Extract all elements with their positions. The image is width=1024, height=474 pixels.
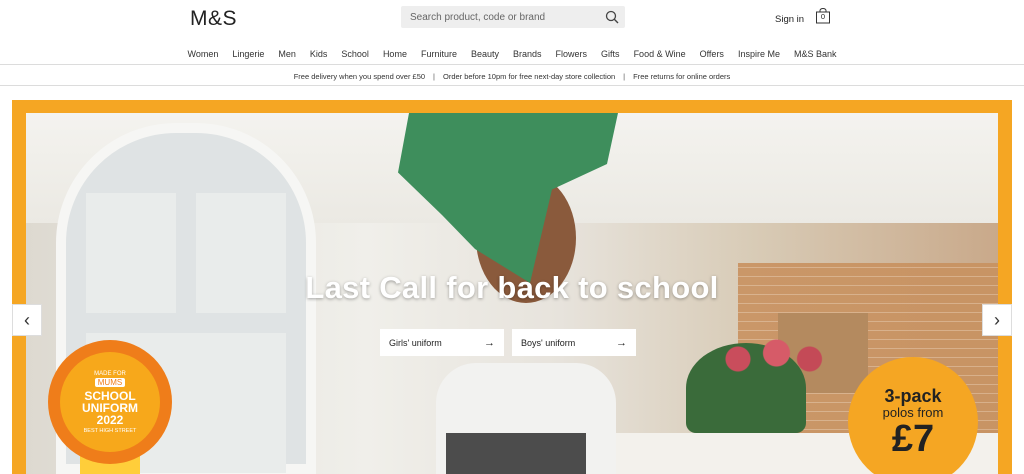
promo-separator: | <box>623 72 626 81</box>
nav-item-offers[interactable]: Offers <box>693 49 731 59</box>
carousel-next-button[interactable]: › <box>982 304 1012 336</box>
promo-strip: Free delivery when you spend over £50 | … <box>0 72 1024 81</box>
nav-item-ms-bank[interactable]: M&S Bank <box>787 49 844 59</box>
chevron-left-icon: ‹ <box>24 309 30 330</box>
ms-logo[interactable]: M&S <box>190 7 237 31</box>
promo-separator: | <box>433 72 435 81</box>
promo-collection[interactable]: Order before 10pm for free next-day stor… <box>443 72 615 81</box>
hero-headline: Last Call for back to school <box>305 270 719 305</box>
badge-mums: MUMS <box>94 377 126 387</box>
badge-uniform: UNIFORM <box>82 400 138 415</box>
chevron-right-icon: › <box>994 309 1000 330</box>
nav-divider <box>0 64 1024 65</box>
arrow-right-icon: → <box>484 336 495 349</box>
search-icon[interactable] <box>605 10 619 24</box>
boys-uniform-button[interactable]: Boys' uniform → <box>512 329 636 356</box>
award-badge-inner: MADE FOR MUMS SCHOOL UNIFORM 2022 BEST H… <box>60 352 160 452</box>
nav-item-home[interactable]: Home <box>376 49 414 59</box>
nav-item-flowers[interactable]: Flowers <box>549 49 595 59</box>
boys-uniform-label: Boys' uniform <box>521 337 576 348</box>
badge-year: 2022 <box>96 412 124 427</box>
nav-item-kids[interactable]: Kids <box>303 49 335 59</box>
badge-school: SCHOOL <box>84 388 136 403</box>
nav-item-inspire-me[interactable]: Inspire Me <box>731 49 787 59</box>
girls-uniform-label: Girls' uniform <box>389 337 442 348</box>
price-pack: 3-pack <box>884 386 942 406</box>
nav-item-food-wine[interactable]: Food & Wine <box>627 49 693 59</box>
nav-item-school[interactable]: School <box>334 49 376 59</box>
child-trousers <box>446 433 586 474</box>
nav-item-lingerie[interactable]: Lingerie <box>225 49 271 59</box>
main-nav: Women Lingerie Men Kids School Home Furn… <box>0 49 1024 59</box>
badge-made-for: MADE FOR <box>94 370 126 377</box>
search-input[interactable] <box>401 6 591 28</box>
nav-item-gifts[interactable]: Gifts <box>594 49 627 59</box>
nav-item-brands[interactable]: Brands <box>506 49 549 59</box>
arrow-right-icon: → <box>616 336 627 349</box>
nav-item-beauty[interactable]: Beauty <box>464 49 506 59</box>
promo-delivery[interactable]: Free delivery when you spend over £50 <box>294 72 425 81</box>
nav-item-furniture[interactable]: Furniture <box>414 49 464 59</box>
girls-uniform-button[interactable]: Girls' uniform → <box>380 329 504 356</box>
bag-count: 0 <box>820 12 826 21</box>
carousel-prev-button[interactable]: ‹ <box>12 304 42 336</box>
flowers <box>716 335 826 375</box>
search-bar[interactable] <box>401 6 625 28</box>
award-badge: MADE FOR MUMS SCHOOL UNIFORM 2022 BEST H… <box>48 340 172 464</box>
nav-item-women[interactable]: Women <box>180 49 225 59</box>
badge-sub: BEST HIGH STREET <box>83 427 137 434</box>
promo-returns[interactable]: Free returns for online orders <box>633 72 730 81</box>
price-amount: £7 <box>891 418 935 460</box>
sign-in-link[interactable]: Sign in <box>775 14 804 25</box>
nav-item-men[interactable]: Men <box>271 49 303 59</box>
promo-divider <box>0 85 1024 86</box>
